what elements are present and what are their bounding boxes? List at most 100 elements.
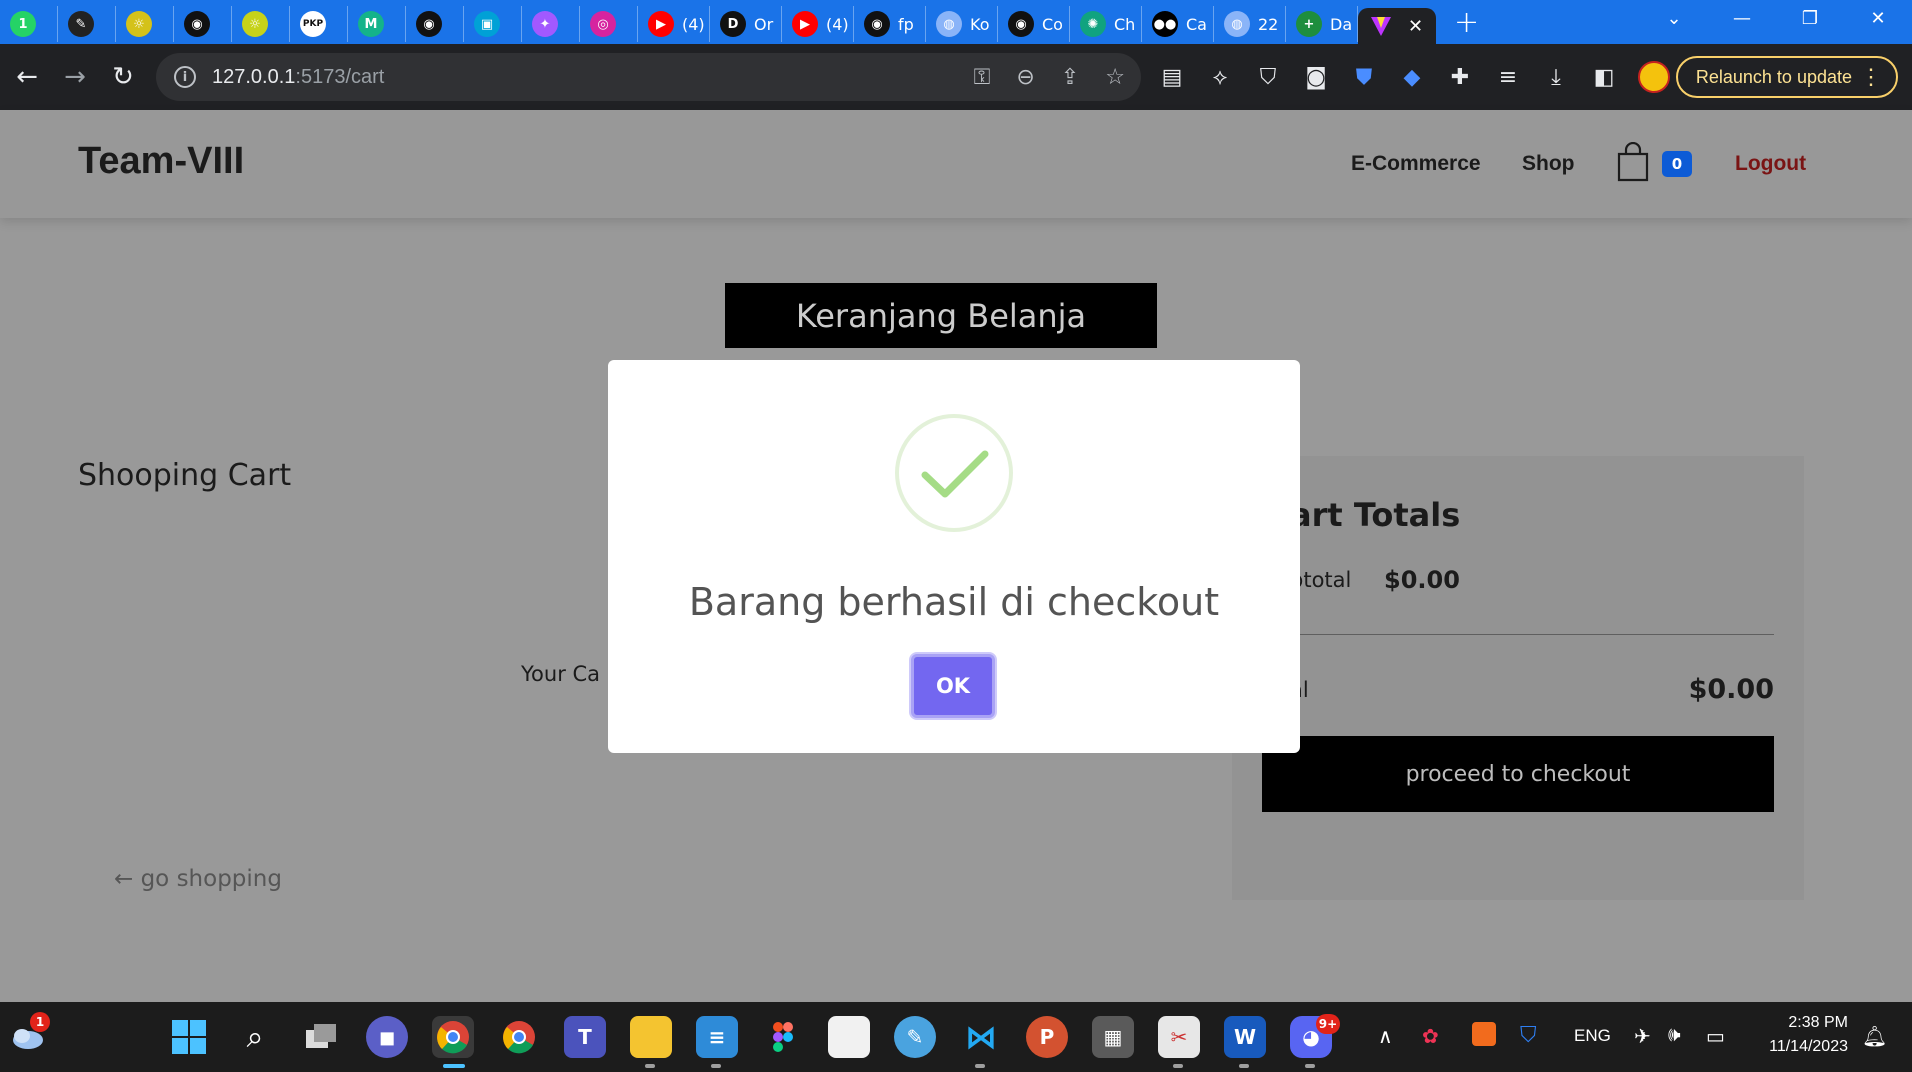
brand-logo[interactable]: Team-VIII (78, 140, 244, 183)
screen-recorder-extension-icon[interactable]: ◙ (1302, 65, 1330, 90)
page-heading: Keranjang Belanja (725, 283, 1157, 348)
airplane-mode-icon[interactable]: ✈ (1634, 1024, 1651, 1049)
tab-search-icon[interactable]: ⌄ (1640, 8, 1708, 29)
browser-tab[interactable]: ▣ (464, 6, 522, 42)
vscode-icon[interactable]: ⋈ (960, 1016, 1002, 1058)
browser-tab[interactable]: ✺ Ch (1070, 6, 1142, 42)
weather-badge: 1 (30, 1012, 50, 1032)
reload-button[interactable]: ↻ (100, 54, 146, 100)
bookmark-star-icon[interactable]: ☆ (1105, 65, 1125, 90)
security-shield-icon[interactable]: ⛉ (1520, 1022, 1537, 1048)
figma-icon[interactable] (762, 1016, 804, 1058)
password-key-icon[interactable]: ⚿ (974, 65, 991, 90)
nav-shop[interactable]: Shop (1522, 152, 1575, 176)
snipping-tool-icon[interactable]: ✂ (1158, 1016, 1200, 1058)
tab-title: Ch (1114, 14, 1136, 34)
document-extension-icon[interactable]: ▤ (1158, 65, 1186, 90)
browser-tab[interactable]: ◎ (580, 6, 638, 42)
browser-tab[interactable]: ▶ (4) (782, 6, 854, 42)
powerpoint-icon[interactable]: P (1026, 1016, 1068, 1058)
relaunch-button[interactable]: Relaunch to update ⋮ (1675, 56, 1898, 98)
relaunch-label: Relaunch to update (1695, 66, 1852, 87)
github-icon: ◉ (416, 11, 442, 37)
nav-ecommerce[interactable]: E-Commerce (1351, 152, 1481, 176)
browser-tab[interactable]: 1 (0, 6, 58, 42)
browser-tab[interactable]: ◉ (174, 6, 232, 42)
tray-app-icon[interactable]: ✿ (1422, 1024, 1439, 1049)
word-icon[interactable]: W (1224, 1016, 1266, 1058)
close-tab-icon[interactable]: ✕ (1408, 16, 1423, 37)
instagram-icon: ◎ (590, 11, 616, 37)
windows-start-icon[interactable] (168, 1016, 210, 1058)
browser-tab[interactable]: ◉ Co (998, 6, 1070, 42)
extension-icons: ▤ ⟡ ⛉ ◙ ⛊ ◆ ✚ ≡ ⤓ ◧ (1158, 44, 1618, 110)
restore-button[interactable]: ❐ (1776, 8, 1844, 29)
side-panel-icon[interactable]: ◧ (1590, 65, 1618, 90)
show-hidden-icons-chevron[interactable]: ∧ (1378, 1024, 1393, 1049)
tab-active[interactable]: ✕ (1358, 8, 1436, 44)
tab-title: Or (754, 14, 774, 34)
language-indicator[interactable]: ENG (1574, 1026, 1611, 1046)
media-control-icon[interactable]: ≡ (1494, 65, 1522, 90)
browser-tab[interactable]: ◍ Ko (926, 6, 998, 42)
teams-chat-icon[interactable]: ◼ (366, 1016, 408, 1058)
minimize-button[interactable]: — (1708, 8, 1776, 29)
puzzle-extensions-icon[interactable]: ✚ (1446, 65, 1474, 90)
task-view-icon[interactable] (300, 1016, 342, 1058)
notification-bell-icon[interactable]: 🔔︎ (1862, 1024, 1887, 1049)
c-extension-icon[interactable]: ◆ (1398, 65, 1426, 90)
clock-time[interactable]: 2:38 PM (1762, 1014, 1848, 1032)
browser-tab[interactable]: M (348, 6, 406, 42)
ok-button[interactable]: OK (911, 654, 995, 718)
share-icon[interactable]: ⇪ (1061, 65, 1079, 90)
browser-tab[interactable]: ◍ 22 (1214, 6, 1286, 42)
volume-icon[interactable]: 🕪 (1668, 1024, 1681, 1047)
search-icon[interactable]: ⌕ (234, 1016, 276, 1058)
battery-icon[interactable]: ▭ (1706, 1024, 1725, 1049)
browser-tab[interactable]: + Da (1286, 6, 1358, 42)
forward-button[interactable]: → (52, 54, 98, 100)
profile-avatar[interactable] (1638, 61, 1670, 93)
browser-tab[interactable]: ☼ (116, 6, 174, 42)
new-tab-button[interactable]: + (1454, 5, 1479, 40)
file-explorer-icon[interactable] (630, 1016, 672, 1058)
bilibili-icon: ▣ (474, 11, 500, 37)
bitwarden-extension-icon[interactable]: ⛊ (1350, 65, 1378, 90)
browser-tab[interactable]: ◉ (406, 6, 464, 42)
tray-java-icon[interactable] (1472, 1022, 1496, 1046)
site-info-icon[interactable]: i (174, 66, 196, 88)
globe-icon: ◍ (936, 11, 962, 37)
chrome-profile-icon[interactable] (498, 1016, 540, 1058)
shopping-cart-title: Shooping Cart (78, 458, 292, 493)
file-icon[interactable] (828, 1016, 870, 1058)
calculator-icon[interactable]: ▦ (1092, 1016, 1134, 1058)
browser-tab[interactable]: ●● Ca (1142, 6, 1214, 42)
browser-tab[interactable]: ◉ fp (854, 6, 926, 42)
tab-title: fp (898, 14, 914, 34)
notepad-icon[interactable]: ≡ (696, 1016, 738, 1058)
more-menu-icon[interactable]: ⋮ (1860, 64, 1882, 90)
browser-tab[interactable]: ✦ (522, 6, 580, 42)
clock-date[interactable]: 11/14/2023 (1752, 1038, 1848, 1056)
teams-icon[interactable]: T (564, 1016, 606, 1058)
paint-icon[interactable]: ✎ (894, 1016, 936, 1058)
browser-tab[interactable]: ✎ (58, 6, 116, 42)
browser-toolbar: ← → ↻ i 127.0.0.1:5173/cart ⚿ ⊖ ⇪ ☆ ▤ ⟡ … (0, 44, 1912, 110)
browser-tab[interactable]: ▶ (4) (638, 6, 710, 42)
zoom-icon[interactable]: ⊖ (1016, 65, 1034, 90)
browser-tab[interactable]: PKP (290, 6, 348, 42)
youtube-icon: ▶ (648, 11, 674, 37)
translate-extension-icon[interactable]: ⟡ (1206, 65, 1234, 90)
shopping-bag-icon[interactable] (1616, 142, 1650, 182)
close-window-button[interactable]: ✕ (1844, 8, 1912, 29)
logout-link[interactable]: Logout (1735, 152, 1806, 176)
download-icon[interactable]: ⤓ (1542, 65, 1570, 90)
back-button[interactable]: ← (4, 54, 50, 100)
browser-tab[interactable]: D Or (710, 6, 782, 42)
go-shopping-link[interactable]: ← go shopping (114, 866, 282, 892)
shield-extension-icon[interactable]: ⛉ (1254, 65, 1282, 90)
proceed-to-checkout-button[interactable]: proceed to checkout (1262, 736, 1774, 812)
address-bar[interactable]: i 127.0.0.1:5173/cart ⚿ ⊖ ⇪ ☆ (156, 53, 1141, 101)
browser-tab[interactable]: ☼ (232, 6, 290, 42)
chrome-icon[interactable] (432, 1016, 474, 1058)
